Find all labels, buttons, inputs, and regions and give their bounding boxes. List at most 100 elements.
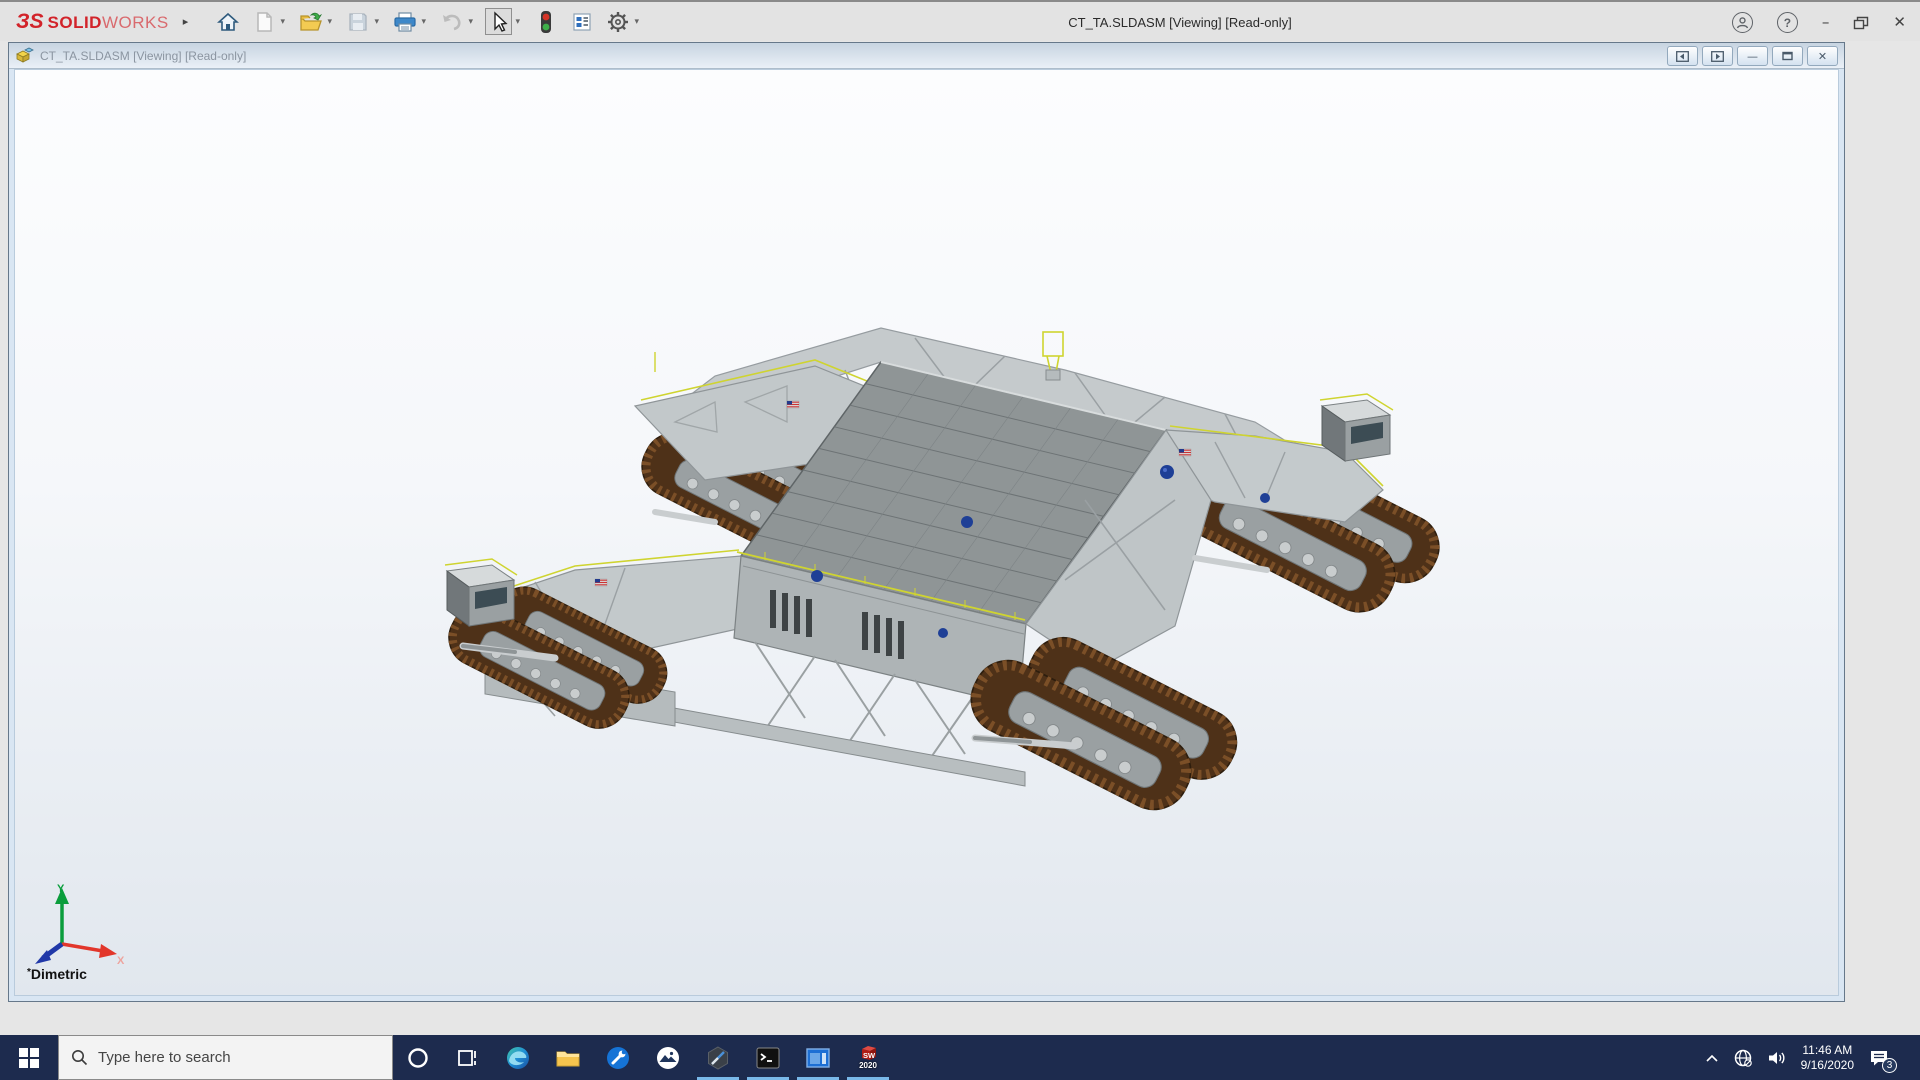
options-button[interactable]: [604, 8, 631, 35]
taskbar-item-solidworks[interactable]: SW 2020: [843, 1035, 893, 1080]
help-button[interactable]: ?: [1776, 12, 1798, 33]
notification-count-badge: 3: [1882, 1057, 1897, 1073]
reference-triad: Y X: [35, 883, 125, 967]
traffic-light-icon: [540, 10, 551, 33]
dassault-mark: ЗS: [16, 9, 44, 33]
open-folder-icon: [300, 12, 322, 31]
network-globe-icon: [1734, 1049, 1752, 1067]
dropdown-caret[interactable]: ▾: [465, 17, 476, 27]
taskbar-item-cortana[interactable]: [393, 1035, 443, 1080]
pane-right-button[interactable]: [1702, 46, 1733, 66]
document-title: CT_TA.SLDASM [Viewing] [Read-only]: [40, 48, 247, 63]
tray-date: 9/16/2020: [1800, 1057, 1854, 1072]
task-view-icon: [458, 1049, 476, 1066]
chevron-up-icon: [1706, 1054, 1718, 1062]
file-properties-icon: [573, 12, 591, 31]
print-button[interactable]: [391, 8, 418, 35]
us-flag-decal: [594, 578, 608, 587]
dropdown-caret[interactable]: ▾: [371, 17, 382, 27]
tray-chevron-up[interactable]: [1705, 1053, 1719, 1063]
dropdown-caret[interactable]: ▾: [277, 17, 288, 27]
pane-left-button[interactable]: [1667, 46, 1698, 66]
solidworks-logo: ЗS SOLID WORKS: [16, 9, 169, 33]
graphics-viewport[interactable]: Y X *Dimetric: [14, 69, 1839, 996]
help-icon: ?: [1783, 15, 1792, 30]
undo-icon: [442, 14, 461, 30]
taskbar-item-remote-window[interactable]: [793, 1035, 843, 1080]
print-icon: [394, 11, 416, 32]
dropdown-caret[interactable]: ▾: [631, 17, 642, 27]
taskbar-item-hexagon-app[interactable]: [693, 1035, 743, 1080]
restore-button[interactable]: [1853, 16, 1869, 30]
search-icon: [72, 1050, 88, 1066]
desktop: ЗS SOLID WORKS ▸ ▾ ▾ ▾ ▾ ▾ ▾ ▾ CT_TA.SLD…: [0, 0, 1920, 1080]
file-properties-button[interactable]: [568, 8, 595, 35]
tray-volume[interactable]: [1767, 1049, 1787, 1067]
windows-logo-icon: [19, 1047, 39, 1068]
tray-clock[interactable]: 11:46 AM 9/16/2020: [1801, 1043, 1854, 1073]
hexagon-app-icon: [708, 1045, 728, 1070]
home-button[interactable]: [214, 8, 241, 35]
save-icon: [349, 12, 367, 31]
taskbar-item-settings-tool[interactable]: [593, 1035, 643, 1080]
document-window: CT_TA.SLDASM [Viewing] [Read-only] — ✕ Y…: [8, 42, 1845, 1002]
solidworks-2020-icon: SW 2020: [856, 1045, 880, 1070]
rebuild-button[interactable]: [532, 8, 559, 35]
dropdown-caret[interactable]: ▾: [512, 17, 523, 27]
tray-network[interactable]: [1733, 1048, 1753, 1068]
taskbar-item-edge[interactable]: [493, 1035, 543, 1080]
select-arrow-icon: [494, 10, 508, 32]
file-explorer-icon: [556, 1051, 580, 1066]
taskbar-item-photos[interactable]: [643, 1035, 693, 1080]
save-button[interactable]: [344, 8, 371, 35]
open-button[interactable]: [297, 8, 324, 35]
edge-icon: [507, 1046, 529, 1069]
assembly-document-icon: [16, 47, 34, 63]
undo-button[interactable]: [438, 8, 465, 35]
us-flag-decal: [1178, 448, 1192, 457]
doc-close-button[interactable]: ✕: [1807, 46, 1838, 66]
account-icon: [1736, 17, 1749, 29]
taskbar-search-box[interactable]: Type here to search: [58, 1035, 393, 1080]
photos-icon: [657, 1046, 679, 1069]
doc-restore-icon: [1782, 51, 1793, 61]
home-icon: [216, 12, 239, 31]
select-tool-button[interactable]: [485, 8, 513, 35]
speaker-icon: [1768, 1051, 1785, 1064]
doc-restore-button[interactable]: [1772, 46, 1803, 66]
close-button[interactable]: ✕: [1893, 15, 1906, 30]
app-titlebar: ЗS SOLID WORKS ▸ ▾ ▾ ▾ ▾ ▾ ▾ ▾ CT_TA.SLD…: [0, 0, 1920, 41]
doc-minimize-icon: —: [1747, 49, 1758, 63]
triad-x-label: X: [117, 955, 125, 967]
taskbar-item-task-view[interactable]: [443, 1035, 493, 1080]
crawler-transporter-model[interactable]: [15, 70, 1839, 996]
svg-text:SW: SW: [863, 1051, 876, 1060]
antenna-mast: [1042, 331, 1064, 381]
document-titlebar[interactable]: CT_TA.SLDASM [Viewing] [Read-only] — ✕: [9, 43, 1844, 69]
pane-right-icon: [1711, 50, 1724, 62]
menu-flyout-arrow[interactable]: ▸: [183, 15, 189, 28]
dropdown-caret[interactable]: ▾: [418, 17, 429, 27]
pane-left-icon: [1676, 50, 1689, 62]
taskbar-item-file-explorer[interactable]: [543, 1035, 593, 1080]
doc-minimize-button[interactable]: —: [1737, 46, 1768, 66]
start-button[interactable]: [0, 1035, 58, 1080]
new-document-button[interactable]: [250, 8, 277, 35]
new-document-icon: [256, 11, 272, 32]
us-flag-decal: [786, 400, 800, 409]
options-gear-icon: [607, 11, 628, 32]
wrench-circle-icon: [607, 1046, 629, 1069]
taskbar-item-command-prompt[interactable]: [743, 1035, 793, 1080]
windows-taskbar: Type here to search SW 2020 11:46 AM 9/1…: [0, 1035, 1920, 1080]
account-button[interactable]: [1731, 12, 1753, 33]
command-prompt-icon: [756, 1047, 780, 1068]
action-center-button[interactable]: 3: [1868, 1048, 1897, 1073]
right-control-cab[interactable]: [1319, 393, 1394, 462]
blue-window-icon: [806, 1047, 830, 1068]
search-placeholder: Type here to search: [98, 1049, 231, 1066]
app-window-title: CT_TA.SLDASM [Viewing] [Read-only]: [1068, 15, 1292, 30]
tray-time: 11:46 AM: [1802, 1042, 1853, 1057]
left-control-cab[interactable]: [444, 558, 518, 627]
minimize-button[interactable]: –: [1822, 15, 1830, 30]
dropdown-caret[interactable]: ▾: [324, 17, 335, 27]
